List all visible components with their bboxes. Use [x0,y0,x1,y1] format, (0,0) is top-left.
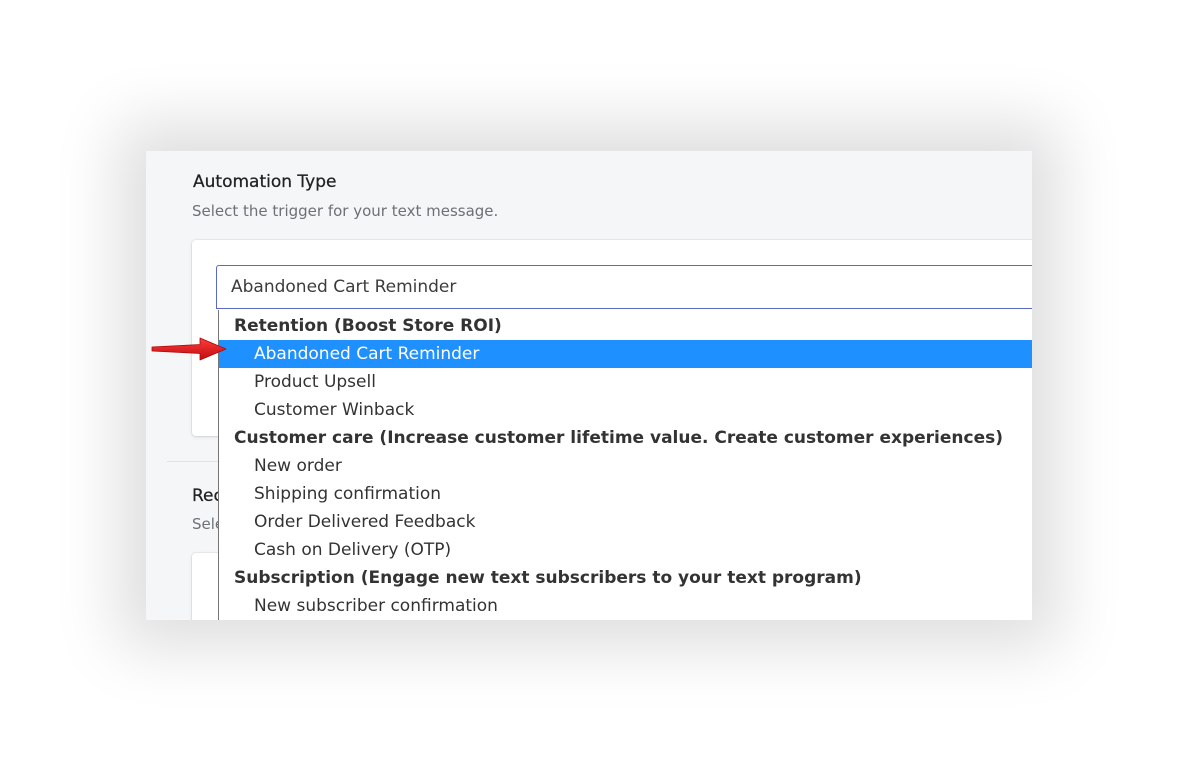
option-group-label: Retention (Boost Store ROI) [234,316,502,336]
option-abandoned-cart-reminder[interactable]: Abandoned Cart Reminder [219,340,1032,368]
option-new-order[interactable]: New order [219,452,1032,480]
option-product-upsell[interactable]: Product Upsell [219,368,1032,396]
section-title: Automation Type [193,172,337,192]
settings-panel: Automation Type Select the trigger for y… [146,151,1032,620]
automation-type-dropdown: Retention (Boost Store ROI) Abandoned Ca… [218,310,1032,620]
option-order-delivered-feedback[interactable]: Order Delivered Feedback [219,508,1032,536]
option-group-label: Subscription (Engage new text subscriber… [234,568,862,588]
screenshot-stage: Automation Type Select the trigger for y… [0,0,1178,778]
section-subtitle: Select the trigger for your text message… [192,202,499,220]
automation-type-select[interactable]: Abandoned Cart Reminder [216,265,1032,309]
option-customer-winback[interactable]: Customer Winback [219,396,1032,424]
red-arrow-icon [151,337,227,361]
option-new-subscriber-confirmation[interactable]: New subscriber confirmation [219,592,1032,620]
option-cash-on-delivery[interactable]: Cash on Delivery (OTP) [219,536,1032,564]
option-group-label: Customer care (Increase customer lifetim… [234,428,1004,448]
option-shipping-confirmation[interactable]: Shipping confirmation [219,480,1032,508]
